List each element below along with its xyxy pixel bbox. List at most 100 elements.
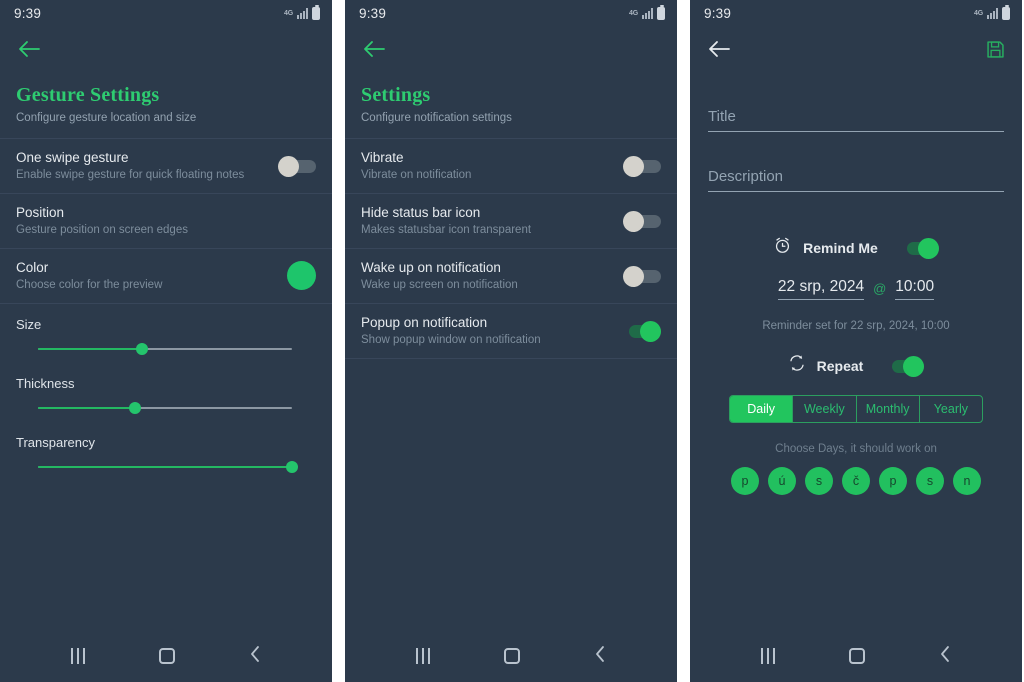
4g-icon: 4G [974, 9, 983, 17]
setting-row-vibrate[interactable]: Vibrate Vibrate on notification [345, 139, 677, 194]
title-underline [708, 131, 1004, 132]
home-icon[interactable] [849, 648, 865, 664]
status-bar: 9:39 4G [345, 0, 677, 26]
setting-title: Wake up on notification [361, 260, 501, 275]
segment-weekly[interactable]: Weekly [793, 396, 857, 422]
segment-yearly[interactable]: Yearly [920, 396, 982, 422]
setting-row-one-swipe-gesture[interactable]: One swipe gesture Enable swipe gesture f… [0, 139, 332, 194]
back-arrow-icon[interactable] [361, 36, 387, 62]
setting-subtitle: Gesture position on screen edges [16, 224, 188, 236]
setting-subtitle: Show popup window on notification [361, 334, 541, 346]
battery-icon [1002, 4, 1010, 20]
reminder-datetime: 22 srp, 2024 @ 10:00 [708, 278, 1004, 300]
setting-title: Hide status bar icon [361, 205, 481, 220]
signal-bars-icon [297, 7, 308, 19]
panel-gap [332, 0, 345, 682]
system-nav-bar [690, 630, 1022, 682]
phone-screen-notification-settings: 9:39 4G Settings Configure notification … [345, 0, 677, 682]
reminder-time-picker[interactable]: 10:00 [895, 278, 935, 300]
day-chip-saturday[interactable]: s [916, 467, 944, 495]
page-subtitle: Configure notification settings [361, 112, 512, 124]
system-nav-bar [0, 630, 332, 682]
slider-size[interactable] [38, 340, 292, 358]
repeat-interval-segmented-control: Daily Weekly Monthly Yearly [729, 395, 983, 423]
repeat-row: Repeat [708, 354, 1004, 377]
battery-icon [657, 4, 665, 20]
save-floppy-icon[interactable] [982, 36, 1008, 62]
toggle-hide-status-bar-icon[interactable] [623, 210, 661, 232]
setting-title: One swipe gesture [16, 150, 129, 165]
title-field[interactable]: Title [708, 108, 1004, 132]
slider-label: Thickness [16, 376, 75, 391]
setting-subtitle: Wake up screen on notification [361, 279, 518, 291]
settings-list: Vibrate Vibrate on notification Hide sta… [345, 138, 677, 359]
back-arrow-icon[interactable] [16, 36, 42, 62]
toggle-wake-up-on-notification[interactable] [623, 265, 661, 287]
segment-monthly[interactable]: Monthly [857, 396, 920, 422]
setting-row-color[interactable]: Color Choose color for the preview [0, 249, 332, 304]
phone-screen-gesture-settings: 9:39 4G Gesture Settings Configure gestu… [0, 0, 332, 682]
reminder-date-picker[interactable]: 22 srp, 2024 [777, 278, 865, 300]
status-icons: 4G [974, 4, 1010, 20]
alarm-clock-icon [773, 236, 792, 260]
setting-subtitle: Vibrate on notification [361, 169, 472, 181]
recents-icon[interactable] [416, 648, 430, 664]
color-swatch[interactable] [287, 261, 316, 290]
setting-subtitle: Choose color for the preview [16, 279, 163, 291]
slider-block-size: Size [0, 304, 332, 363]
home-icon[interactable] [504, 648, 520, 664]
toggle-popup-on-notification[interactable] [623, 320, 661, 342]
toggle-repeat[interactable] [886, 355, 925, 377]
back-chevron-icon[interactable] [249, 645, 261, 668]
setting-row-wake-up-on-notification[interactable]: Wake up on notification Wake up screen o… [345, 249, 677, 304]
recents-icon[interactable] [761, 648, 775, 664]
description-underline [708, 191, 1004, 192]
remind-me-label: Remind Me [803, 240, 878, 256]
app-bar [0, 26, 332, 72]
reminder-status-text: Reminder set for 22 srp, 2024, 10:00 [762, 320, 950, 332]
day-chip-thursday[interactable]: č [842, 467, 870, 495]
home-icon[interactable] [159, 648, 175, 664]
day-chip-tuesday[interactable]: ú [768, 467, 796, 495]
settings-list: One swipe gesture Enable swipe gesture f… [0, 138, 332, 304]
status-bar: 9:39 4G [690, 0, 1022, 26]
setting-row-popup-on-notification[interactable]: Popup on notification Show popup window … [345, 304, 677, 359]
toggle-remind-me[interactable] [901, 238, 939, 259]
signal-bars-icon [642, 7, 653, 19]
description-input[interactable]: Description [708, 168, 1004, 191]
setting-row-position[interactable]: Position Gesture position on screen edge… [0, 194, 332, 249]
title-input[interactable]: Title [708, 108, 1004, 131]
status-clock: 9:39 [14, 5, 42, 21]
setting-title: Popup on notification [361, 315, 488, 330]
day-chip-wednesday[interactable]: s [805, 467, 833, 495]
note-editor: Title Description Remind Me 22 srp, 2024… [690, 72, 1022, 495]
toggle-one-swipe-gesture[interactable] [278, 155, 316, 177]
day-chip-friday[interactable]: p [879, 467, 907, 495]
back-arrow-icon[interactable] [706, 36, 732, 62]
remind-me-row: Remind Me [708, 236, 1004, 260]
signal-bars-icon [987, 7, 998, 19]
setting-title: Color [16, 260, 49, 275]
setting-row-hide-status-bar-icon[interactable]: Hide status bar icon Makes statusbar ico… [345, 194, 677, 249]
slider-transparency[interactable] [38, 458, 298, 476]
4g-icon: 4G [629, 9, 638, 17]
weekday-selector: p ú s č p s n [708, 467, 1004, 495]
segment-daily[interactable]: Daily [730, 396, 794, 422]
app-bar [345, 26, 677, 72]
slider-block-thickness: Thickness [0, 363, 332, 422]
day-chip-sunday[interactable]: n [953, 467, 981, 495]
description-field[interactable]: Description [708, 168, 1004, 192]
toggle-vibrate[interactable] [623, 155, 661, 177]
recents-icon[interactable] [71, 648, 85, 664]
slider-thickness[interactable] [38, 399, 292, 417]
repeat-label: Repeat [816, 357, 864, 374]
day-chip-monday[interactable]: p [731, 467, 759, 495]
slider-label: Size [16, 317, 42, 332]
page-subtitle: Configure gesture location and size [16, 112, 197, 124]
status-icons: 4G [629, 4, 665, 20]
back-chevron-icon[interactable] [594, 645, 606, 668]
4g-icon: 4G [284, 9, 293, 17]
back-chevron-icon[interactable] [939, 645, 951, 668]
app-bar [690, 26, 1022, 72]
page-title: Settings [361, 84, 431, 106]
